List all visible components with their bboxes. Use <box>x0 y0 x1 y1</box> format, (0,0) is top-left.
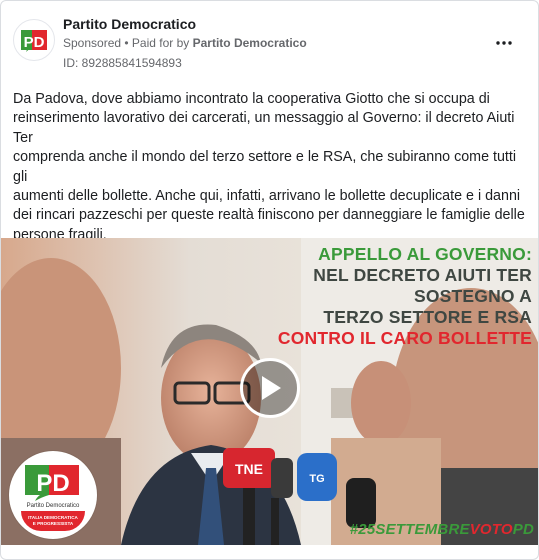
paid-for-by: Partito Democratico <box>192 36 307 50</box>
paid-for-prefix: Paid for by <box>131 36 193 50</box>
hashtag-part-1: #25SETTEMBRE <box>349 521 470 538</box>
page-name[interactable]: Partito Democratico <box>63 16 196 32</box>
play-icon <box>262 376 281 400</box>
overlay-line-5: CONTRO IL CARO BOLLETTE <box>277 328 532 348</box>
pd-logo-icon: PD <box>21 30 47 52</box>
ad-card: PD Partito Democratico Sponsored • Paid … <box>0 0 539 560</box>
video-headline-overlay: APPELLO AL GOVERNO: NEL DECRETO AIUTI TE… <box>278 244 532 349</box>
pd-badge-subtitle: Partito Democratico <box>26 503 80 509</box>
overlay-line-1: APPELLO AL GOVERNO: <box>318 244 532 264</box>
page-avatar[interactable]: PD <box>13 19 55 61</box>
meta-separator: • <box>121 36 132 50</box>
overlay-line-3: SOSTEGNO A <box>413 286 532 306</box>
video-player[interactable]: TNE TG APPELLO AL GOVERNO: NEL DECRETO A… <box>1 238 538 545</box>
sponsored-meta: Sponsored • Paid for by Partito Democrat… <box>63 36 307 50</box>
mic-label-tg: TG <box>309 473 324 485</box>
pd-badge-band: ITALIA DEMOCRATICA E PROGRESSISTA <box>21 511 85 531</box>
hashtag-part-3: PD <box>512 521 534 538</box>
mic-label-tne: TNE <box>235 461 263 477</box>
more-options-button[interactable] <box>492 31 516 55</box>
pd-badge: PD Partito Democratico ITALIA DEMOCRATIC… <box>9 451 97 539</box>
pd-badge-band-line-2: E PROGRESSISTA <box>32 521 74 526</box>
play-button[interactable] <box>240 358 300 418</box>
sponsored-label: Sponsored <box>63 36 122 50</box>
hashtag-part-2: VOTO <box>469 521 513 538</box>
pd-logo-icon: PD <box>25 465 79 501</box>
more-horizontal-icon <box>496 41 512 45</box>
svg-text:PD: PD <box>36 470 69 497</box>
overlay-line-2: NEL DECRETO AIUTI TER <box>313 265 532 285</box>
ad-id: ID: 892885841594893 <box>63 56 182 70</box>
post-header: PD Partito Democratico Sponsored • Paid … <box>13 13 526 73</box>
overlay-line-4: TERZO SETTORE E RSA <box>323 307 532 327</box>
campaign-hashtag: #25SETTEMBREVOTOPD <box>350 521 534 538</box>
svg-text:PD: PD <box>24 34 45 51</box>
